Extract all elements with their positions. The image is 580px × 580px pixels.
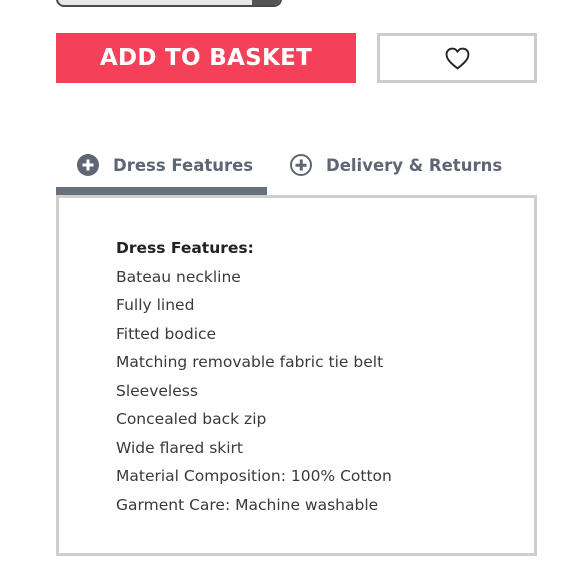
heart-icon	[445, 47, 469, 69]
features-heading: Dress Features:	[116, 239, 254, 257]
select-arrow-handle[interactable]	[252, 0, 280, 5]
list-item: Matching removable fabric tie belt	[116, 353, 384, 371]
list-item: Material Composition: 100% Cotton	[116, 467, 392, 485]
plus-circle-outline-icon	[290, 154, 312, 176]
list-item: Fully lined	[116, 296, 195, 314]
list-item: Garment Care: Machine washable	[116, 495, 379, 514]
size-select[interactable]	[56, 0, 282, 7]
wishlist-button[interactable]	[377, 33, 537, 83]
tab-label: Dress Features	[113, 155, 254, 175]
list-item: Concealed back zip	[116, 410, 267, 428]
list-item: Wide flared skirt	[116, 438, 243, 457]
plus-circle-filled-icon	[77, 154, 99, 176]
tab-delivery-returns[interactable]: Delivery & Returns	[290, 140, 502, 190]
tab-dress-features[interactable]: Dress Features	[77, 140, 253, 190]
active-tab-indicator	[56, 187, 267, 195]
dress-features-list: Dress Features: Bateau neckline Fully li…	[116, 236, 392, 521]
list-item: Fitted bodice	[116, 324, 217, 343]
add-to-basket-button[interactable]: ADD TO BASKET	[56, 33, 356, 83]
list-item: Bateau neckline	[116, 267, 241, 286]
tab-label: Delivery & Returns	[326, 155, 503, 175]
list-item: Sleeveless	[116, 381, 198, 400]
